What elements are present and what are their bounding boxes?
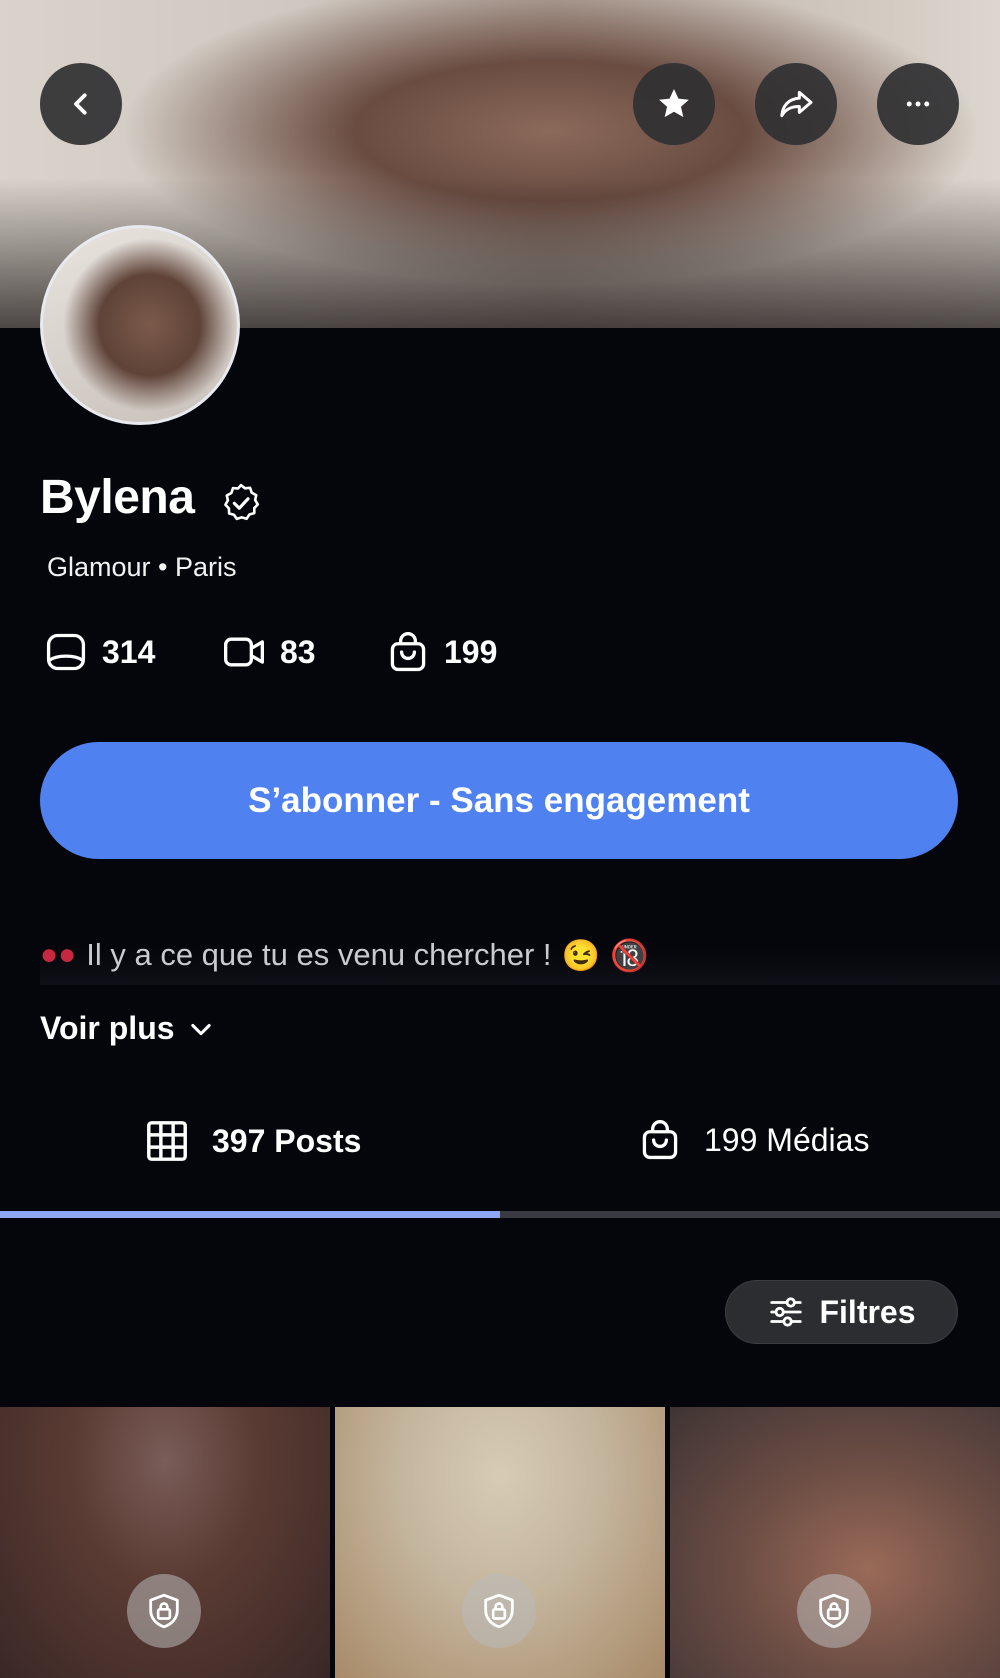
post-thumbnail[interactable] bbox=[670, 1407, 1000, 1678]
post-thumbnail[interactable] bbox=[0, 1407, 330, 1678]
favorite-button[interactable] bbox=[633, 63, 715, 145]
tab-medias-label: 199 Médias bbox=[704, 1121, 870, 1158]
voir-plus-button[interactable]: Voir plus bbox=[40, 1010, 215, 1047]
verified-badge-icon bbox=[224, 483, 260, 521]
tab-medias[interactable]: 199 Médias bbox=[638, 1118, 869, 1162]
grid-icon bbox=[147, 1121, 187, 1161]
share-button[interactable] bbox=[755, 63, 837, 145]
bio: ●● Il y a ce que tu es venu chercher ! 😉… bbox=[40, 925, 1000, 985]
photo-icon bbox=[46, 633, 86, 671]
voir-plus-label: Voir plus bbox=[40, 1010, 175, 1046]
profile-subtitle: Glamour • Paris bbox=[47, 552, 237, 582]
chevron-down-icon bbox=[190, 1023, 211, 1035]
back-button[interactable] bbox=[40, 63, 122, 145]
stat-videos-value: 83 bbox=[280, 633, 316, 670]
avatar[interactable] bbox=[40, 225, 240, 425]
share-arrow-icon bbox=[780, 90, 813, 118]
lock-badge bbox=[462, 1574, 536, 1648]
tab-posts-label: 397 Posts bbox=[212, 1122, 362, 1159]
subscribe-button[interactable]: S’abonner - Sans engagement bbox=[40, 742, 958, 859]
filters-button[interactable]: Filtres bbox=[725, 1280, 958, 1344]
stat-shop-value: 199 bbox=[444, 633, 498, 670]
lock-badge bbox=[797, 1574, 871, 1648]
more-button[interactable] bbox=[877, 63, 959, 145]
lock-icon bbox=[149, 1593, 179, 1629]
lock-badge bbox=[127, 1574, 201, 1648]
lock-icon bbox=[819, 1593, 849, 1629]
sliders-icon bbox=[770, 1297, 803, 1327]
filters-label: Filtres bbox=[819, 1293, 916, 1330]
tab-posts[interactable]: 397 Posts bbox=[144, 1118, 361, 1164]
ellipsis-icon bbox=[906, 101, 930, 107]
stat-videos: 83 bbox=[222, 630, 316, 674]
lock-icon bbox=[484, 1593, 514, 1629]
bio-text: Il y a ce que tu es venu chercher ! bbox=[86, 937, 552, 972]
shopping-bag-icon bbox=[390, 632, 426, 672]
tab-active-indicator bbox=[0, 1211, 500, 1218]
post-thumbnail[interactable] bbox=[335, 1407, 665, 1678]
chevron-left-icon bbox=[74, 93, 87, 115]
shopping-bag-icon bbox=[642, 1120, 678, 1160]
cherry-icon: ●● bbox=[40, 938, 77, 971]
stat-shop: 199 bbox=[386, 630, 497, 674]
star-icon bbox=[659, 88, 689, 118]
stat-photos: 314 bbox=[44, 630, 155, 674]
wink-emoji: 😉 bbox=[561, 937, 601, 973]
video-icon bbox=[224, 637, 264, 667]
adult-emoji: 🔞 bbox=[610, 937, 649, 973]
profile-name: Bylena bbox=[40, 471, 195, 524]
stat-photos-value: 314 bbox=[102, 633, 156, 670]
